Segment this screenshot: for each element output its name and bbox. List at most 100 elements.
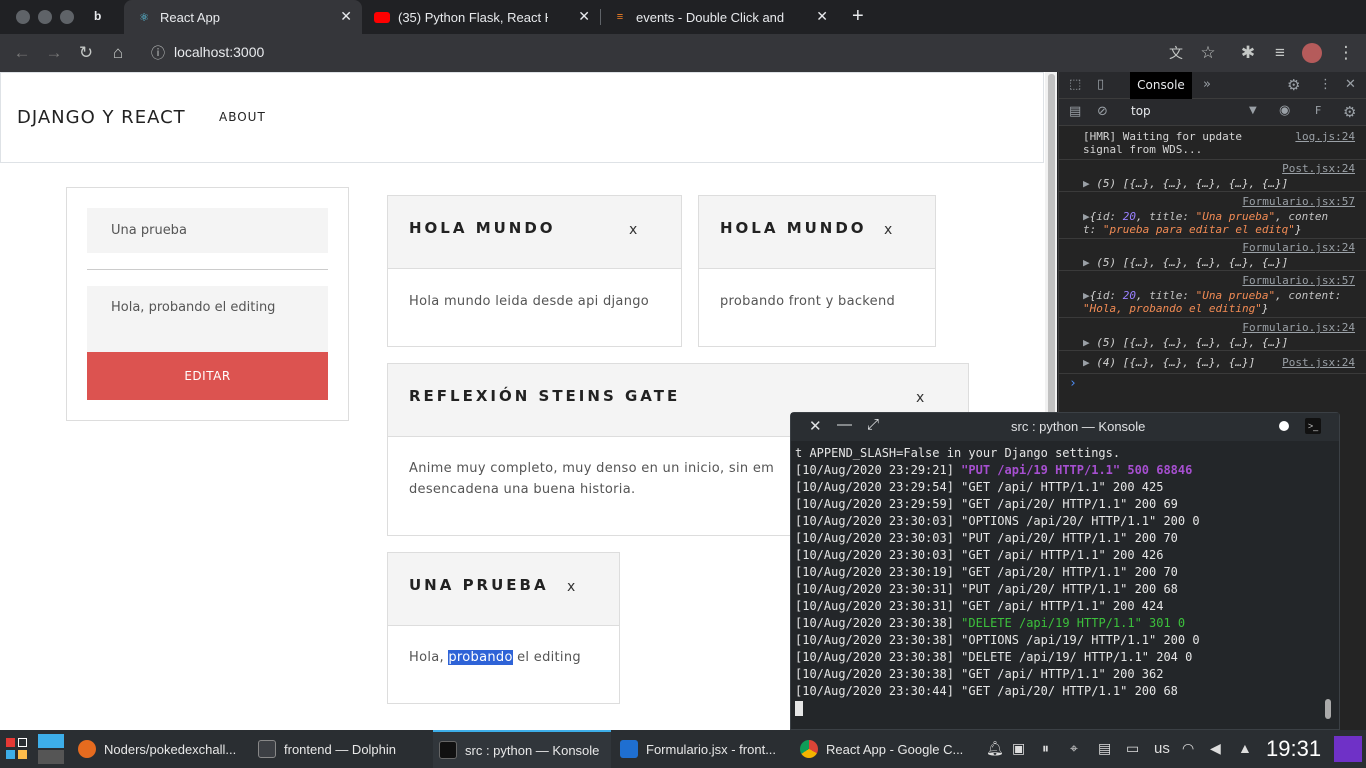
location-icon[interactable]: ⌖ bbox=[1070, 740, 1078, 757]
console-log-entry: Formulario.jsx:57 ▶{id: 20, title: "Una … bbox=[1059, 272, 1366, 318]
close-tab-icon[interactable]: ✕ bbox=[578, 8, 590, 25]
vscode-icon bbox=[620, 740, 638, 758]
media-pause-icon[interactable]: ⏸︎ bbox=[1042, 740, 1049, 757]
more-tabs-icon[interactable]: » bbox=[1203, 77, 1211, 92]
tab-stackoverflow[interactable]: ≡ events - Double Click and Click ✕ bbox=[600, 0, 838, 34]
reload-icon[interactable]: ↻ bbox=[76, 43, 96, 63]
taskbar: Noders/pokedexchall... frontend — Dolphi… bbox=[0, 730, 1366, 768]
content-textarea[interactable]: Hola, probando el editing bbox=[87, 286, 328, 352]
info-icon[interactable]: ⓘ bbox=[148, 43, 168, 63]
log-source-link[interactable]: Post.jsx:24 bbox=[1282, 356, 1355, 369]
extensions-icon[interactable]: ✱ bbox=[1238, 43, 1258, 63]
home-icon[interactable]: ⌂ bbox=[108, 43, 128, 63]
settings-gear-icon[interactable]: ⚙ bbox=[1287, 76, 1300, 94]
notifications-icon[interactable]: 🔔︎ bbox=[986, 740, 1004, 757]
show-desktop-button[interactable] bbox=[1334, 736, 1362, 762]
tab-youtube[interactable]: (35) Python Flask, React Hook ✕ bbox=[362, 0, 600, 34]
filter-input[interactable]: F bbox=[1315, 104, 1321, 117]
address-bar[interactable]: localhost:3000 bbox=[174, 44, 264, 60]
divider bbox=[87, 269, 328, 270]
tab-console[interactable]: Console bbox=[1130, 72, 1192, 99]
console-prompt[interactable]: › bbox=[1069, 376, 1077, 391]
live-expression-eye-icon[interactable]: ◉ bbox=[1279, 103, 1290, 118]
context-selector[interactable]: top bbox=[1131, 104, 1151, 118]
console-settings-icon[interactable]: ⚙ bbox=[1343, 103, 1356, 121]
chrome-icon bbox=[800, 740, 818, 758]
log-source-link[interactable]: Formulario.jsx:24 bbox=[1242, 321, 1355, 334]
taskbar-item-dolphin[interactable]: frontend — Dolphin bbox=[258, 730, 428, 768]
close-tab-icon[interactable]: ✕ bbox=[816, 8, 828, 25]
keep-above-icon[interactable] bbox=[1279, 421, 1289, 431]
delete-post-button[interactable]: x bbox=[629, 222, 637, 238]
post-card: UNA PRUEBA x Hola, probando el editing bbox=[387, 552, 620, 704]
back-icon[interactable]: ← bbox=[12, 43, 32, 63]
taskbar-item-firefox[interactable]: Noders/pokedexchall... bbox=[78, 730, 250, 768]
sidebar-toggle-icon[interactable]: ▤ bbox=[1069, 104, 1081, 119]
window-maximize-control[interactable] bbox=[60, 10, 74, 24]
tab-search-icon[interactable]: b bbox=[94, 9, 110, 25]
clear-console-icon[interactable]: ⊘ bbox=[1097, 104, 1108, 119]
wifi-icon[interactable]: ◠ bbox=[1182, 740, 1194, 757]
close-window-icon[interactable]: ✕ bbox=[809, 417, 822, 435]
konsole-titlebar[interactable]: ✕ — ⤢ src : python — Konsole >_ bbox=[791, 413, 1339, 441]
navbar: DJANGO Y REACT ABOUT bbox=[0, 72, 1044, 163]
nav-about-link[interactable]: ABOUT bbox=[219, 110, 266, 124]
folder-icon bbox=[258, 740, 276, 758]
inspect-element-icon[interactable]: ⬚ bbox=[1069, 77, 1081, 92]
battery-icon[interactable]: ▭ bbox=[1126, 740, 1139, 757]
devtools-menu-icon[interactable]: ⋮ bbox=[1319, 77, 1332, 92]
terminal-line: [10/Aug/2020 23:30:31] "PUT /api/20/ HTT… bbox=[795, 582, 1178, 596]
log-source-link[interactable]: log.js:24 bbox=[1295, 130, 1355, 143]
device-toolbar-icon[interactable]: ▯ bbox=[1097, 77, 1104, 92]
volume-icon[interactable]: ◀︎ bbox=[1210, 740, 1221, 757]
window-title: src : python — Konsole bbox=[1011, 419, 1146, 434]
taskbar-item-konsole[interactable]: src : python — Konsole bbox=[433, 730, 611, 768]
edit-button[interactable]: EDITAR bbox=[87, 352, 328, 400]
terminal-line: [10/Aug/2020 23:29:59] "GET /api/20/ HTT… bbox=[795, 497, 1178, 511]
post-card: HOLA MUNDO x probando front y backend bbox=[698, 195, 936, 347]
post-title: HOLA MUNDO bbox=[409, 219, 556, 237]
taskbar-item-chrome[interactable]: React App - Google C... bbox=[800, 730, 972, 768]
new-tab-icon[interactable]: + bbox=[852, 5, 864, 28]
profile-avatar[interactable] bbox=[1302, 43, 1322, 63]
konsole-window: ✕ — ⤢ src : python — Konsole >_ t APPEND… bbox=[790, 412, 1340, 730]
context-dropdown-icon[interactable]: ▼ bbox=[1249, 105, 1257, 116]
log-source-link[interactable]: Formulario.jsx:57 bbox=[1242, 195, 1355, 208]
taskbar-item-vscode[interactable]: Formulario.jsx - front... bbox=[620, 730, 792, 768]
virtual-desktop-pager[interactable] bbox=[38, 734, 64, 764]
close-tab-icon[interactable]: ✕ bbox=[340, 8, 352, 25]
bookmark-star-icon[interactable]: ☆ bbox=[1198, 43, 1218, 63]
title-input[interactable]: Una prueba bbox=[87, 208, 328, 253]
window-close-control[interactable] bbox=[16, 10, 30, 24]
tab-react-app[interactable]: ⚛ React App ✕ bbox=[124, 0, 362, 34]
terminal-scrollbar-thumb[interactable] bbox=[1325, 699, 1331, 719]
keyboard-layout[interactable]: us bbox=[1154, 740, 1170, 757]
window-minimize-control[interactable] bbox=[38, 10, 52, 24]
maximize-window-icon[interactable]: ⤢ bbox=[867, 416, 879, 433]
browser-tab-strip: b ⚛ React App ✕ (35) Python Flask, React… bbox=[0, 0, 1366, 34]
log-source-link[interactable]: Post.jsx:24 bbox=[1282, 162, 1355, 175]
close-devtools-icon[interactable]: ✕ bbox=[1345, 77, 1356, 92]
delete-post-button[interactable]: x bbox=[916, 390, 924, 406]
clock[interactable]: 19:31 bbox=[1266, 736, 1321, 762]
delete-post-button[interactable]: x bbox=[884, 222, 892, 238]
app-launcher-icon[interactable] bbox=[6, 738, 28, 760]
brand-logo[interactable]: DJANGO Y REACT bbox=[17, 107, 186, 128]
menu-kebab-icon[interactable]: ⋮ bbox=[1336, 43, 1356, 63]
delete-post-button[interactable]: x bbox=[567, 579, 575, 595]
terminal-line: [10/Aug/2020 23:30:31] "GET /api/ HTTP/1… bbox=[795, 599, 1164, 613]
minimize-window-icon[interactable]: — bbox=[837, 416, 852, 433]
clipboard-icon[interactable]: ▤ bbox=[1098, 740, 1111, 757]
log-source-link[interactable]: Formulario.jsx:57 bbox=[1242, 274, 1355, 287]
media-icon[interactable]: ≡ bbox=[1270, 43, 1290, 63]
selected-text: probando bbox=[448, 650, 513, 665]
terminal-output[interactable]: t APPEND_SLASH=False in your Django sett… bbox=[795, 445, 1325, 717]
post-title: UNA PRUEBA bbox=[409, 576, 549, 594]
terminal-line: t APPEND_SLASH=False in your Django sett… bbox=[795, 446, 1121, 460]
game-controller-icon[interactable]: ▣ bbox=[1012, 740, 1025, 757]
log-source-link[interactable]: Formulario.jsx:24 bbox=[1242, 241, 1355, 254]
expand-tray-icon[interactable]: ▲ bbox=[1238, 740, 1252, 756]
terminal-line: [10/Aug/2020 23:30:38] "DELETE /api/19 H… bbox=[795, 616, 1186, 630]
translate-icon[interactable]: 文 bbox=[1166, 43, 1186, 63]
forward-icon[interactable]: → bbox=[44, 43, 64, 63]
